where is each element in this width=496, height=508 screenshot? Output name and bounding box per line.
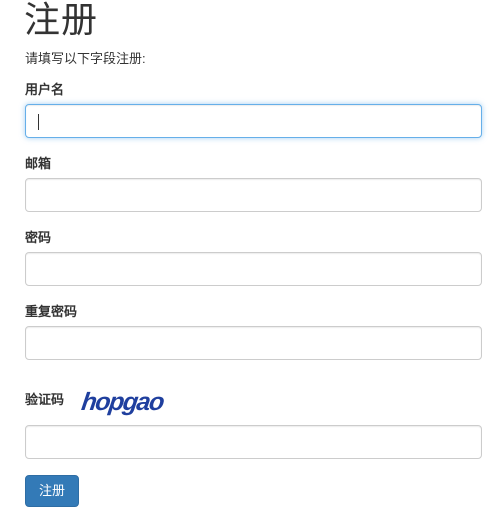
- text-caret: [38, 114, 39, 130]
- username-label: 用户名: [25, 82, 65, 97]
- username-input[interactable]: [25, 104, 482, 138]
- email-input[interactable]: [25, 178, 482, 212]
- captcha-image[interactable]: hopgao: [78, 386, 168, 416]
- confirm-password-label: 重复密码: [25, 304, 78, 319]
- confirm-password-input[interactable]: [25, 326, 482, 360]
- registration-page: 注册 请填写以下字段注册: 用户名 邮箱 密码 重复密码 验证码 hopgao …: [0, 0, 496, 508]
- email-label: 邮箱: [25, 156, 52, 171]
- page-instructions: 请填写以下字段注册:: [25, 51, 146, 66]
- register-button[interactable]: 注册: [25, 475, 79, 507]
- captcha-input[interactable]: [25, 425, 482, 459]
- password-label: 密码: [25, 230, 52, 245]
- captcha-label: 验证码: [25, 392, 65, 407]
- captcha-text: hopgao: [80, 388, 166, 416]
- page-title: 注册: [24, 0, 99, 40]
- password-input[interactable]: [25, 252, 482, 286]
